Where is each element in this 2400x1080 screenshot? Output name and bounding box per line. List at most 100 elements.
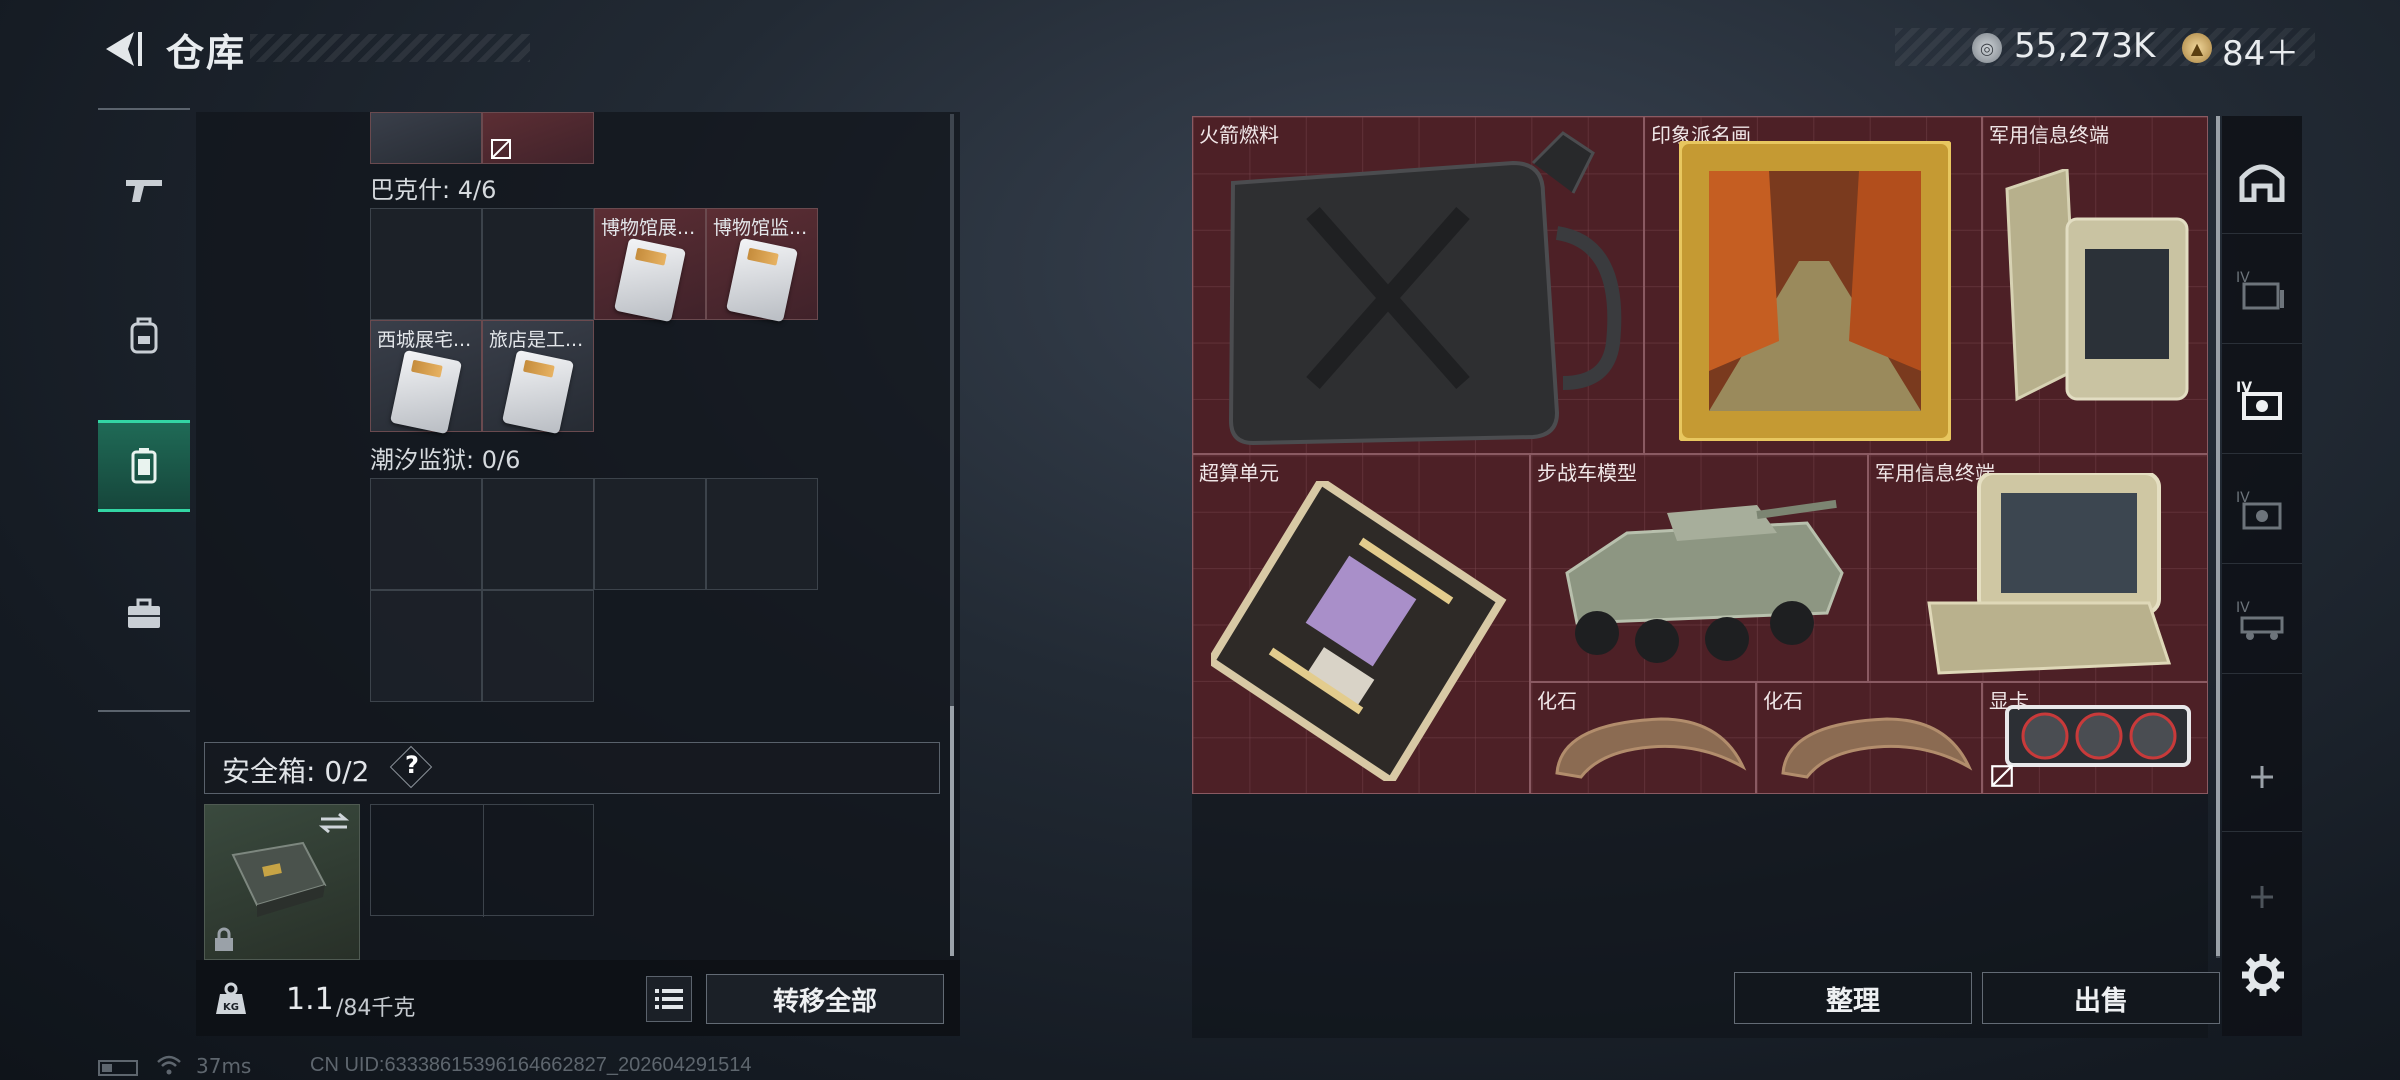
item-label: 西城展宅... [377,329,472,351]
briefcase-icon [128,598,160,628]
jerrycan-icon [1228,131,1622,446]
stash-scroll-thumb[interactable] [2216,116,2220,956]
tab-container[interactable] [98,420,190,512]
list-view-button[interactable] [646,976,692,1022]
backpack-icon [130,317,158,354]
dome-icon [2239,164,2285,202]
rugged-terminal-icon [1927,473,2172,675]
weight-icon: KG [216,982,246,1014]
wifi-icon [157,1055,181,1075]
safe-box-label: 安全箱: 0/2 [222,755,370,788]
collection-label: 潮汐监狱: 0/6 [370,446,521,474]
inventory-slot[interactable] [370,112,482,164]
tier-4-crate-icon: IV [2236,270,2284,309]
svg-text:IV: IV [2236,600,2250,616]
collection-label: 巴克什: 4/6 [370,176,497,204]
safe-box-slots[interactable] [370,804,594,917]
inventory-item[interactable]: 旅店是工... [482,320,594,435]
page-title: 仓库 [166,31,247,75]
tier-4-case-icon: IV [2236,380,2282,420]
inventory-slot[interactable] [482,208,594,320]
safe-case-icon [231,841,327,917]
svg-text:KG: KG [223,1002,239,1013]
sell-button[interactable]: 出售 [1982,972,2220,1024]
stash-item[interactable]: 化石 [1756,682,1982,794]
gold-amount[interactable]: 84＋ [2222,26,2299,75]
add-tab-button[interactable] [2222,842,2302,952]
stash-tab-2[interactable]: IV [2222,234,2302,344]
silver-coin-icon: ◎ [1972,33,2002,63]
list-icon [655,989,683,1009]
swap-icon[interactable] [317,811,351,835]
tab-backpack[interactable] [98,290,190,382]
armored-vehicle-icon [1565,499,1844,663]
stash-item[interactable]: 印象派名画 [1644,116,1982,454]
stash-tab-5[interactable]: IV [2222,564,2302,674]
keycard-icon [613,237,687,323]
inventory-item[interactable]: 博物馆监... [706,208,818,323]
stash-item[interactable]: 超算单元 [1192,454,1530,794]
item-label: 旅店是工... [489,329,584,351]
inventory-item[interactable]: 博物馆展... [594,208,706,323]
graphics-card-icon [2005,705,2191,767]
inventory-item[interactable]: 西城展宅... [370,320,482,435]
stash-item[interactable]: 化石 [1530,682,1756,794]
add-icon [2251,886,2273,908]
stash-item[interactable]: 军用信息终端 [1982,116,2208,454]
slot-divider [483,805,484,917]
player-uid: CN UID:6333861539616466282​7_20260429151… [310,1054,752,1076]
painting-icon [1679,141,1951,441]
stash-item[interactable]: 军用信息终端 [1868,454,2208,682]
safe-box-item[interactable] [204,804,360,960]
help-icon-text: ? [405,751,419,779]
stash-item[interactable]: 显卡 [1982,682,2208,794]
stash-tab-4[interactable]: IV [2222,454,2302,564]
tab-briefcase[interactable] [98,568,190,660]
silver-amount: 55,273K [2014,26,2156,66]
inventory-slot[interactable] [370,590,482,702]
tab-weapons[interactable] [98,144,190,236]
stash-item[interactable]: 步战车模型 [1530,454,1868,682]
keycard-icon [725,237,799,323]
tier-4-box-icon: IV [2236,490,2282,529]
inventory-scroll-thumb[interactable] [950,706,954,956]
container-icon [131,448,157,484]
ping-value: 37ms [196,1054,252,1078]
title-stripe [250,34,530,62]
battery-level [102,1064,112,1072]
keycard-icon [389,349,463,435]
inventory-slot[interactable] [706,478,818,590]
inventory-slot[interactable] [482,590,594,702]
lock-icon [215,927,233,951]
add-tab-button[interactable] [2222,722,2302,832]
gear-icon[interactable] [2240,952,2286,998]
gold-coin-icon: ▲ [2182,33,2212,63]
fossil-claw-icon [1781,717,1973,779]
stash-item[interactable]: 火箭燃料 [1192,116,1644,454]
sort-button[interactable]: 整理 [1734,972,1972,1024]
gun-icon [126,180,162,202]
item-label: 军用信息终端 [1989,123,2109,147]
no-transfer-icon [1991,765,2013,787]
inventory-slot[interactable] [370,478,482,590]
transfer-all-button[interactable]: 转移全部 [706,974,944,1024]
keycard-icon [501,349,575,435]
back-arrow-icon[interactable] [98,26,144,72]
stash-tab-3[interactable]: IV [2222,344,2302,454]
add-icon [2251,765,2273,788]
circuit-board-icon [1211,481,1507,781]
item-label: 博物馆展... [601,217,696,239]
fossil-claw-icon [1555,717,1747,779]
weight-capacity: /84千克 [336,996,416,1021]
inventory-slot[interactable] [482,478,594,590]
tier-4-vehicle-icon: IV [2236,600,2284,640]
weight-value: 1.1 [286,982,334,1017]
no-transfer-icon [491,139,511,159]
stash-tab-main[interactable] [2222,124,2302,234]
inventory-slot[interactable] [482,112,594,164]
left-tab-bar [98,108,190,712]
inventory-slot[interactable] [370,208,482,320]
rugged-terminal-icon [2005,169,2189,402]
inventory-slot[interactable] [594,478,706,590]
item-label: 博物馆监... [713,217,808,239]
